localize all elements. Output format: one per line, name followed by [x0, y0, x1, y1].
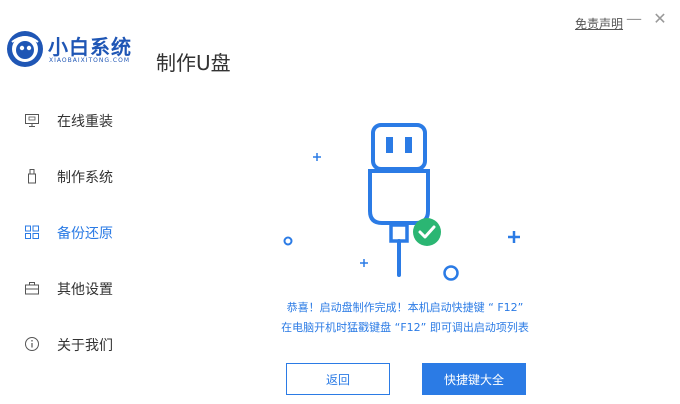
info-icon [25, 337, 39, 351]
hotkey-list-button[interactable]: 快捷键大全 [422, 363, 526, 395]
plus-decoration-icon [360, 259, 368, 267]
grid-icon [25, 225, 39, 239]
minimize-button[interactable]: — [626, 10, 642, 28]
success-check-icon [413, 218, 441, 246]
success-message-line1: 恭喜！启动盘制作完成！本机启动快捷键 “ F12” [286, 301, 524, 314]
page-title: 制作U盘 [156, 51, 231, 75]
ring-decoration-icon [283, 236, 293, 246]
logo-title: 小白系统 [48, 35, 132, 59]
logo-icon [7, 31, 43, 67]
app-logo: 小白系统 XIAOBAIXITONG.COM [6, 28, 156, 74]
sidebar-item-label: 其他设置 [57, 282, 113, 298]
sidebar-item-backup-restore[interactable]: 备份还原 [0, 217, 160, 247]
success-message-line2: 在电脑开机时猛戳键盘 “F12” 即可调出启动项列表 [281, 321, 529, 334]
sidebar-item-online-reinstall[interactable]: 在线重装 [0, 105, 160, 135]
close-button[interactable]: ✕ [652, 10, 668, 28]
ring-decoration-icon [443, 265, 459, 281]
plus-decoration-icon [508, 231, 520, 243]
usb-success-illustration [283, 123, 520, 281]
sidebar-item-label: 制作系统 [57, 170, 113, 186]
sidebar-item-label: 关于我们 [57, 338, 113, 354]
disclaimer-link[interactable]: 免责声明 [575, 15, 623, 32]
usb-drive-icon [28, 169, 36, 184]
sidebar-item-make-system[interactable]: 制作系统 [0, 161, 160, 191]
back-button[interactable]: 返回 [286, 363, 390, 395]
monitor-icon [25, 114, 39, 127]
briefcase-icon [25, 282, 39, 295]
sidebar-item-label: 备份还原 [57, 226, 113, 242]
logo-subtitle: XIAOBAIXITONG.COM [49, 57, 130, 64]
sidebar-item-label: 在线重装 [57, 114, 113, 130]
plus-decoration-icon [313, 153, 321, 161]
